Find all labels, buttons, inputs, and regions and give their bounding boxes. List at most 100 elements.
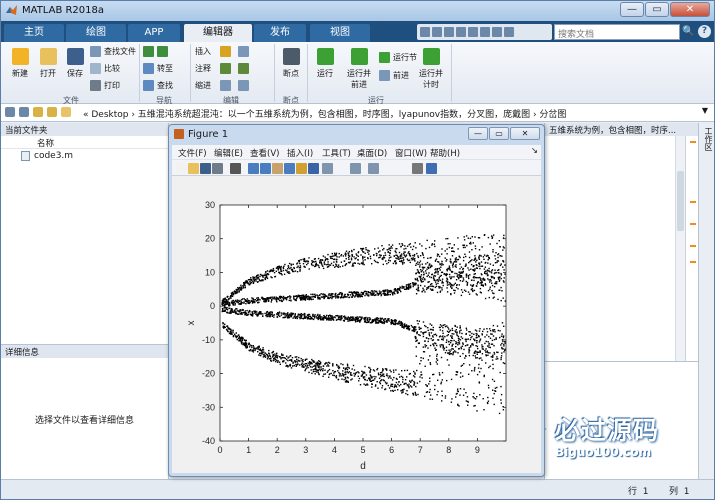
legend-icon[interactable]: [368, 163, 379, 174]
tab-view[interactable]: 视图: [310, 24, 370, 42]
scatter-point: [306, 358, 308, 360]
run-and-advance-button[interactable]: 运行并 前进: [343, 48, 375, 90]
warning-marker[interactable]: [690, 141, 696, 143]
new-button[interactable]: 新建: [7, 48, 33, 79]
run-section-button[interactable]: 运行节: [379, 52, 417, 63]
indent-button[interactable]: 缩进: [195, 80, 249, 91]
undo-icon[interactable]: [468, 27, 478, 37]
redo-icon[interactable]: [480, 27, 490, 37]
figure-minimize-button[interactable]: —: [468, 127, 488, 140]
scatter-point: [462, 244, 464, 246]
figure-title-bar[interactable]: Figure 1 — ▭ ✕: [169, 125, 544, 144]
pan-icon[interactable]: [272, 163, 283, 174]
help-icon[interactable]: ?: [698, 25, 711, 38]
find-files-button[interactable]: 查找文件: [90, 46, 136, 57]
editor-scrollbar[interactable]: [675, 136, 685, 361]
warning-marker[interactable]: [690, 261, 696, 263]
figure-toolbar: [172, 159, 541, 176]
scatter-point: [417, 255, 419, 257]
scatter-point: [465, 290, 467, 292]
print-button[interactable]: 打印: [90, 80, 120, 91]
warning-marker[interactable]: [690, 223, 696, 225]
menu-file[interactable]: 文件(F): [178, 147, 207, 159]
breakpoints-button[interactable]: 断点: [278, 48, 304, 79]
back-icon[interactable]: [5, 107, 15, 117]
tab-editor[interactable]: 编辑器: [184, 24, 252, 42]
scatter-point: [377, 322, 380, 324]
comment-button[interactable]: 注释: [195, 63, 249, 74]
print-icon[interactable]: [212, 163, 223, 174]
dock-arrow-icon[interactable]: ↘: [531, 146, 538, 156]
find-button[interactable]: 查找: [143, 80, 173, 91]
scatter-point: [361, 316, 363, 318]
forward-icon[interactable]: [19, 107, 29, 117]
scrollbar-thumb[interactable]: [677, 171, 684, 231]
zoom-in-icon[interactable]: [248, 163, 259, 174]
search-icon[interactable]: 🔍: [682, 24, 696, 40]
warning-marker[interactable]: [690, 201, 696, 203]
switch-windows-icon[interactable]: [492, 27, 502, 37]
menu-view[interactable]: 查看(V): [250, 147, 279, 159]
show-plot-tools-icon[interactable]: [426, 163, 437, 174]
cut-icon[interactable]: [432, 27, 442, 37]
new-figure-icon[interactable]: [176, 163, 187, 174]
file-item[interactable]: code3.m: [1, 149, 168, 161]
scatter-point: [494, 272, 496, 274]
warning-marker[interactable]: [690, 245, 696, 247]
workspace-sidebar[interactable]: 工作区: [698, 123, 714, 479]
data-cursor-icon[interactable]: [296, 163, 307, 174]
bifurcation-plot[interactable]: 0 1 2 3 4 5 6 7 8 93020100-10-20-30-40dx: [172, 176, 541, 473]
save-icon[interactable]: [200, 163, 211, 174]
figure-close-button[interactable]: ✕: [510, 127, 540, 140]
scatter-point: [335, 315, 337, 317]
colorbar-icon[interactable]: [350, 163, 361, 174]
advance-button[interactable]: 前进: [379, 70, 409, 81]
step-back-button[interactable]: [143, 46, 168, 57]
tab-home[interactable]: 主页: [4, 24, 64, 42]
menu-tools[interactable]: 工具(T): [322, 147, 351, 159]
rotate-icon[interactable]: [284, 163, 295, 174]
link-icon[interactable]: [322, 163, 333, 174]
tab-publish[interactable]: 发布: [254, 24, 306, 42]
close-button[interactable]: ✕: [670, 2, 710, 17]
menu-help[interactable]: 帮助(H): [430, 147, 460, 159]
run-button[interactable]: 运行: [312, 48, 338, 79]
save-icon[interactable]: [420, 27, 430, 37]
hide-plot-tools-icon[interactable]: [412, 163, 423, 174]
menu-insert[interactable]: 插入(I): [287, 147, 313, 159]
name-column-header[interactable]: 名称: [1, 136, 168, 149]
scatter-point: [480, 284, 483, 286]
search-documentation-input[interactable]: 搜索文档: [554, 24, 680, 40]
insert-button[interactable]: 插入: [195, 46, 249, 57]
maximize-button[interactable]: ▭: [645, 2, 669, 17]
zoom-out-icon[interactable]: [260, 163, 271, 174]
scatter-point: [224, 306, 227, 309]
menu-edit[interactable]: 编辑(E): [214, 147, 243, 159]
current-path[interactable]: « Desktop › 五维混沌系统超混沌：以一个五维系统为例，包含相图，时序图…: [83, 107, 566, 120]
menu-window[interactable]: 窗口(W): [395, 147, 427, 159]
goto-button[interactable]: 转至: [143, 63, 173, 74]
scatter-point: [392, 369, 395, 371]
paste-icon[interactable]: [456, 27, 466, 37]
browse-folder-icon[interactable]: [47, 107, 57, 117]
minimize-button[interactable]: —: [620, 2, 644, 17]
pointer-icon[interactable]: [230, 163, 241, 174]
brush-icon[interactable]: [308, 163, 319, 174]
copy-icon[interactable]: [444, 27, 454, 37]
run-and-time-button[interactable]: 运行并 计时: [415, 48, 447, 90]
tab-plots[interactable]: 绘图: [66, 24, 126, 42]
save-button[interactable]: 保存: [62, 48, 88, 79]
help-icon[interactable]: [504, 27, 514, 37]
up-folder-icon[interactable]: [33, 107, 43, 117]
scatter-point: [369, 317, 371, 319]
scatter-point: [471, 370, 473, 372]
chevron-down-icon[interactable]: ▼: [702, 106, 708, 115]
open-button[interactable]: 打开: [35, 48, 61, 79]
menu-desktop[interactable]: 桌面(D): [357, 147, 387, 159]
scatter-point: [252, 297, 254, 300]
compare-button[interactable]: 比较: [90, 63, 120, 74]
open-icon[interactable]: [188, 163, 199, 174]
figure-maximize-button[interactable]: ▭: [489, 127, 509, 140]
tab-apps[interactable]: APP: [128, 24, 180, 42]
editor-tab-header[interactable]: 五维系统为例，包含相图，时序...: [545, 123, 714, 136]
